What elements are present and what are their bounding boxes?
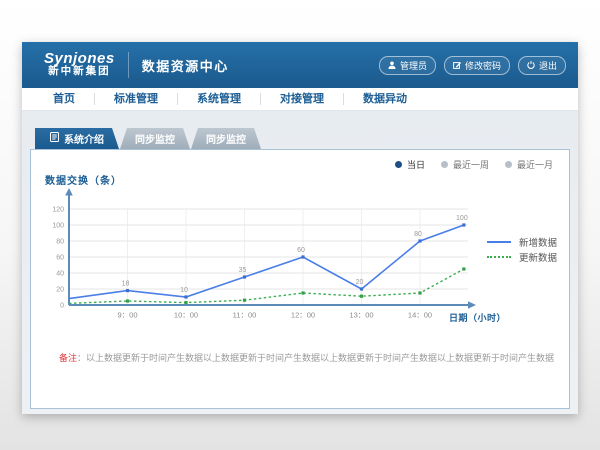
nav-item-system-mgmt[interactable]: 系统管理 — [178, 93, 261, 105]
document-icon — [50, 132, 59, 145]
legend-label: 新增数据 — [519, 235, 557, 249]
svg-text:13：00: 13：00 — [349, 311, 373, 320]
svg-text:18: 18 — [122, 281, 130, 288]
nav-item-home[interactable]: 首页 — [34, 93, 95, 105]
legend-item-updated-data: 更新数据 — [487, 249, 557, 264]
radio-label: 最近一月 — [517, 158, 553, 171]
svg-text:35: 35 — [239, 267, 247, 274]
svg-text:80: 80 — [56, 239, 64, 246]
admin-button-label: 管理员 — [400, 59, 427, 72]
logo-brand-text: Synjones — [44, 52, 115, 65]
nav-item-data-change[interactable]: 数据异动 — [344, 93, 426, 105]
change-password-button-label: 修改密码 — [465, 59, 501, 72]
footnote-text: ：以上数据更新于时间产生数据以上数据更新于时间产生数据以上数据更新于时间产生数据… — [77, 353, 555, 363]
logout-button-label: 退出 — [539, 59, 557, 72]
tab-bar: 系统介绍 同步监控 同步监控 — [22, 128, 578, 149]
radio-option-1[interactable]: 最近一周 — [441, 158, 489, 171]
nav-item-standard-mgmt[interactable]: 标准管理 — [95, 93, 178, 105]
chart-panel: 当日 最近一周 最近一月 数据交换（条） 9：00 10：00 11：00 12：00… — [30, 149, 570, 409]
admin-button[interactable]: 管理员 — [379, 56, 436, 75]
main-nav: 首页 标准管理 系统管理 对接管理 数据异动 — [22, 88, 578, 111]
tab-label: 同步监控 — [135, 131, 175, 146]
legend-line-dotted-icon — [487, 256, 511, 258]
svg-text:80: 80 — [414, 231, 422, 238]
svg-text:9：00: 9：00 — [117, 311, 137, 320]
footnote: 备注：以上数据更新于时间产生数据以上数据更新于时间产生数据以上数据更新于时间产生… — [59, 351, 555, 364]
time-range-filter: 当日 最近一周 最近一月 — [395, 158, 553, 171]
svg-text:0: 0 — [60, 303, 64, 310]
tab-label: 同步监控 — [206, 131, 246, 146]
radio-label: 最近一周 — [453, 158, 489, 171]
svg-text:120: 120 — [52, 207, 64, 214]
radio-label: 当日 — [407, 158, 425, 171]
radio-dot-icon — [395, 161, 402, 168]
page-title: 数据资源中心 — [142, 56, 229, 75]
logo-company-text: 新中新集团 — [44, 65, 115, 78]
svg-text:100: 100 — [52, 223, 64, 230]
chart-legend: 新增数据 更新数据 — [487, 234, 557, 264]
header-actions: 管理员 修改密码 退出 — [379, 56, 566, 75]
radio-option-2[interactable]: 最近一月 — [505, 158, 553, 171]
svg-text:日期（小时）: 日期（小时） — [449, 312, 506, 323]
svg-text:11：00: 11：00 — [233, 311, 257, 320]
tab-sync-monitor-2[interactable]: 同步监控 — [191, 128, 261, 149]
svg-text:10：00: 10：00 — [174, 311, 198, 320]
company-logo: Synjones 新中新集团 — [44, 52, 115, 78]
radio-option-0[interactable]: 当日 — [395, 158, 425, 171]
app-header: Synjones 新中新集团 数据资源中心 管理员 修改密码 — [22, 42, 578, 88]
y-axis-title: 数据交换（条） — [45, 172, 122, 187]
tab-system-intro[interactable]: 系统介绍 — [35, 128, 119, 149]
app-window: Synjones 新中新集团 数据资源中心 管理员 修改密码 — [22, 42, 578, 414]
svg-text:100: 100 — [456, 215, 468, 222]
radio-dot-icon — [441, 161, 448, 168]
svg-text:20: 20 — [56, 287, 64, 294]
radio-dot-icon — [505, 161, 512, 168]
power-icon — [527, 61, 535, 69]
svg-text:60: 60 — [56, 255, 64, 262]
svg-text:60: 60 — [297, 247, 305, 254]
user-icon — [388, 61, 396, 69]
legend-label: 更新数据 — [519, 250, 557, 264]
svg-text:40: 40 — [56, 271, 64, 278]
svg-text:12：00: 12：00 — [291, 311, 315, 320]
nav-item-docking-mgmt[interactable]: 对接管理 — [261, 93, 344, 105]
header-divider — [128, 52, 129, 78]
logout-button[interactable]: 退出 — [518, 56, 566, 75]
footnote-prefix: 备注 — [59, 353, 77, 363]
change-password-button[interactable]: 修改密码 — [444, 56, 510, 75]
svg-text:10: 10 — [180, 287, 188, 294]
tab-label: 系统介绍 — [64, 131, 104, 146]
svg-text:20: 20 — [356, 279, 364, 286]
legend-item-new-data: 新增数据 — [487, 234, 557, 249]
tab-sync-monitor-1[interactable]: 同步监控 — [120, 128, 190, 149]
content-area: 系统介绍 同步监控 同步监控 当日 最近一周 — [22, 111, 578, 414]
svg-text:14：00: 14：00 — [408, 311, 432, 320]
legend-line-solid-icon — [487, 241, 511, 243]
edit-icon — [453, 61, 461, 69]
